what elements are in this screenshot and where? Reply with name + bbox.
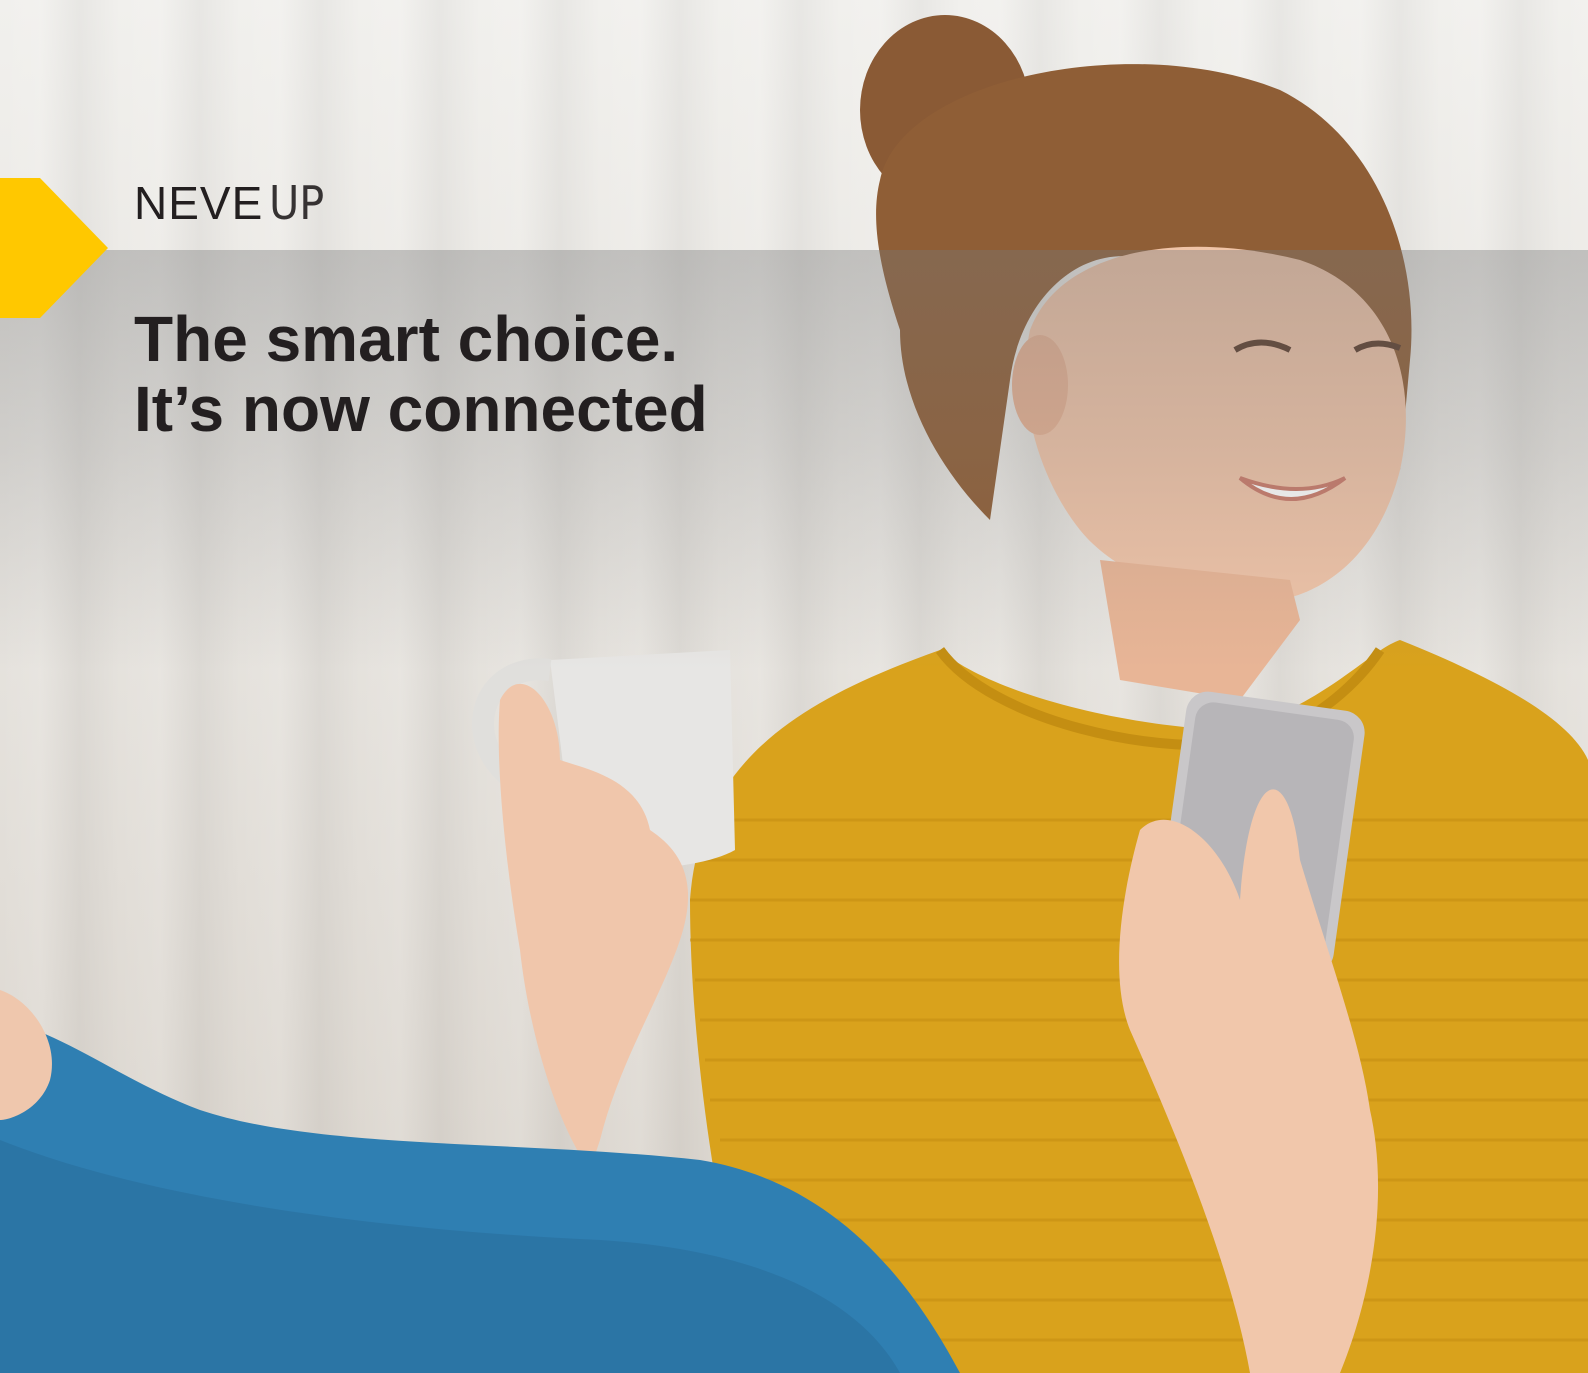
- headline: The smart choice. It’s now connected: [134, 304, 854, 444]
- headline-line-1: The smart choice.: [134, 303, 679, 375]
- logo-neve: NEVE: [134, 177, 264, 229]
- yellow-arrow-tab: [0, 178, 108, 318]
- headline-line-2: It’s now connected: [134, 373, 708, 445]
- logo-up: UP: [269, 176, 325, 230]
- brand-logo: NEVE UP: [134, 176, 331, 230]
